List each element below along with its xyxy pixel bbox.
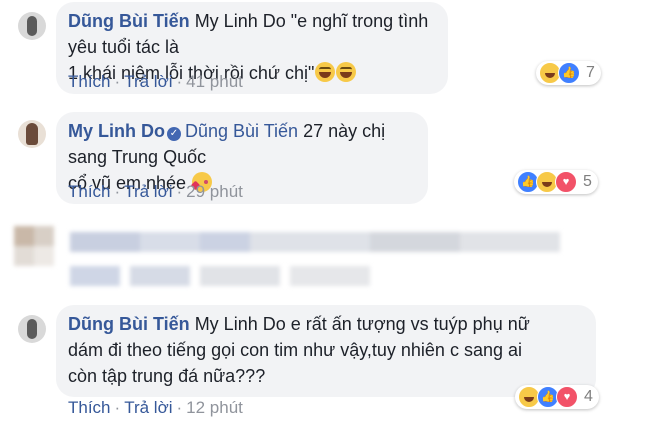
grinning-emoji-icon: [315, 62, 336, 82]
like-link[interactable]: Thích: [68, 182, 111, 201]
avatar-icon[interactable]: [18, 120, 46, 148]
reply-link[interactable]: Trả lời: [124, 398, 172, 417]
reaction-summary[interactable]: 👍 7: [536, 61, 601, 85]
love-reaction-icon: ♥: [555, 171, 577, 193]
comment-text: dám đi theo tiếng gọi con tim như vậy,tu…: [68, 340, 522, 360]
comment-timestamp[interactable]: 29 phút: [186, 182, 243, 201]
like-link[interactable]: Thích: [68, 398, 111, 417]
comment-text: còn tập trung đá nữa???: [68, 366, 266, 386]
comment-actions: Thích · Trả lời · 12 phút: [68, 398, 243, 417]
comment-author[interactable]: Dũng Bùi Tiến: [68, 314, 190, 334]
like-link[interactable]: Thích: [68, 72, 111, 91]
reaction-count: 4: [584, 388, 593, 405]
like-reaction-icon: 👍: [558, 62, 580, 84]
comment-timestamp[interactable]: 41 phút: [186, 72, 243, 91]
comment-author[interactable]: Dũng Bùi Tiến: [68, 11, 190, 31]
comment-actions: Thích · Trả lời · 29 phút: [68, 182, 243, 201]
reaction-count: 5: [583, 173, 592, 190]
comment-actions: Thích · Trả lời · 41 phút: [68, 72, 243, 91]
verified-badge-icon: ✓: [167, 127, 181, 141]
reaction-summary[interactable]: 👍 ♥ 4: [515, 385, 599, 409]
mention-link[interactable]: Dũng Bùi Tiến: [185, 121, 298, 141]
comment-author[interactable]: My Linh Do: [68, 121, 165, 141]
grinning-emoji-icon: [336, 62, 357, 82]
comment-timestamp[interactable]: 12 phút: [186, 398, 243, 417]
avatar-icon[interactable]: [18, 12, 46, 40]
reaction-summary[interactable]: 👍 ♥ 5: [514, 170, 598, 194]
blurred-avatar: [14, 226, 54, 266]
comment-text: My Linh Do e rất ấn tượng vs tuýp phụ nữ: [194, 314, 530, 334]
blurred-actions: [70, 266, 370, 286]
blurred-text: [70, 232, 560, 252]
avatar-icon[interactable]: [18, 315, 46, 343]
love-reaction-icon: ♥: [556, 386, 578, 408]
reply-link[interactable]: Trả lời: [124, 72, 172, 91]
reaction-count: 7: [586, 64, 595, 81]
reply-link[interactable]: Trả lời: [124, 182, 172, 201]
comment-bubble: Dũng Bùi Tiến My Linh Do e rất ấn tượng …: [56, 305, 596, 397]
